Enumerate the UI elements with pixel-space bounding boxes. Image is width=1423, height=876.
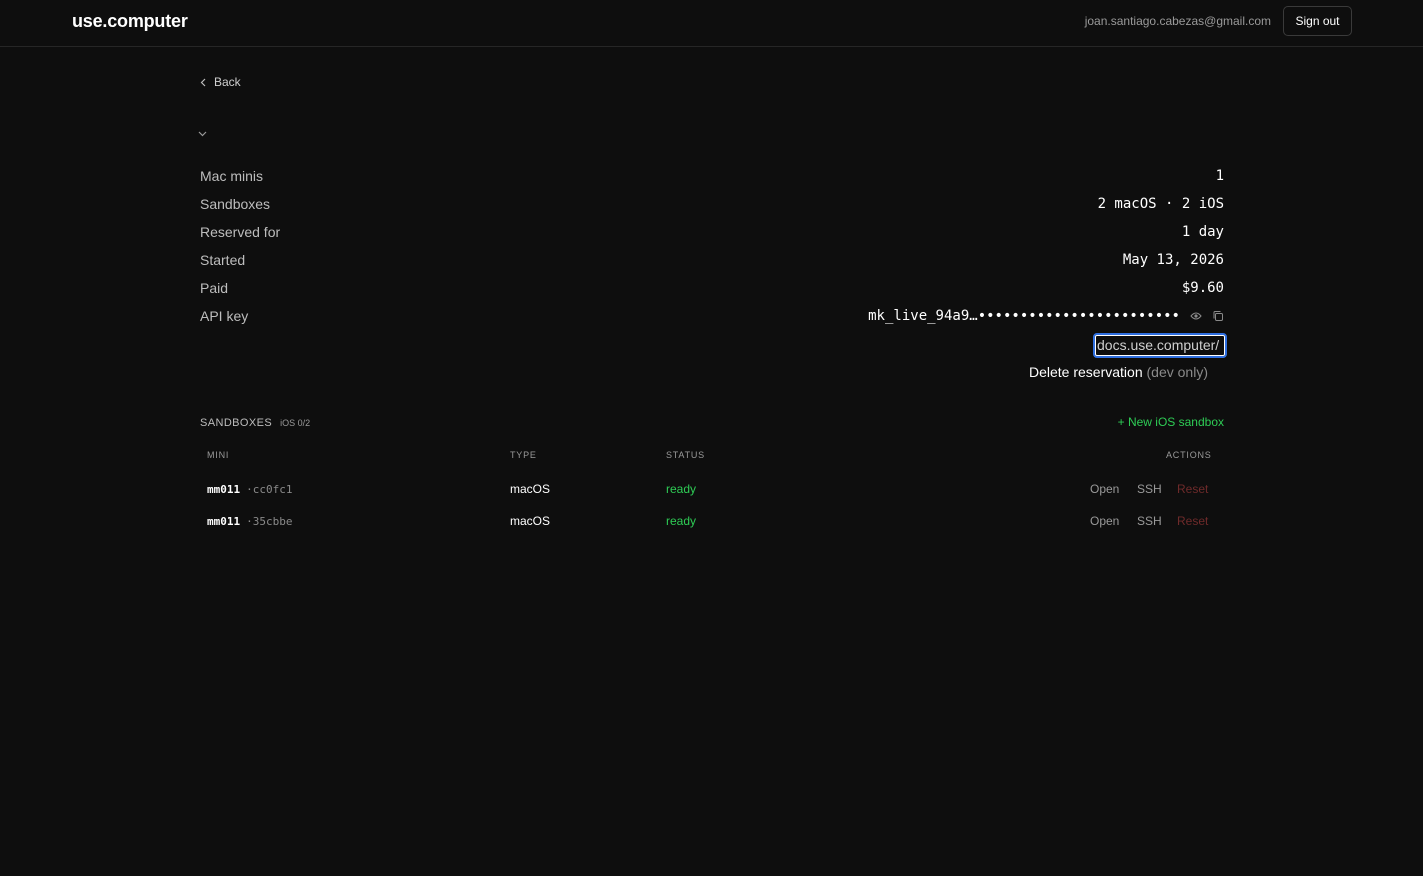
top-bar: use.computer joan.santiago.cabezas@gmail… bbox=[0, 0, 1423, 47]
ios-count-badge: iOS 0/2 bbox=[280, 418, 311, 428]
open-button[interactable]: Open bbox=[1090, 473, 1119, 505]
ssh-button[interactable]: SSH bbox=[1137, 505, 1162, 537]
api-key-text[interactable]: mk_live_94a9…•••••••••••••••••••••••• bbox=[868, 308, 1180, 324]
detail-row-paid: Paid $9.60 bbox=[200, 277, 1224, 305]
detail-value: $9.60 bbox=[1181, 280, 1224, 296]
reset-button[interactable]: Reset bbox=[1177, 473, 1208, 505]
delete-reservation-button[interactable]: Delete reservation (dev only) bbox=[1029, 364, 1208, 380]
detail-label: Paid bbox=[200, 280, 229, 296]
open-button[interactable]: Open bbox=[1090, 505, 1119, 537]
detail-value: 1 bbox=[1215, 168, 1224, 184]
reset-button[interactable]: Reset bbox=[1177, 505, 1208, 537]
mini-id: ·cc0fc1 bbox=[246, 483, 293, 496]
sandboxes-title: SANDBOXES bbox=[200, 417, 273, 429]
chevron-left-icon bbox=[200, 78, 206, 87]
detail-label: Started bbox=[200, 252, 246, 268]
status-badge: ready bbox=[666, 482, 697, 496]
copy-icon[interactable] bbox=[1212, 310, 1224, 322]
detail-label: Reserved for bbox=[200, 224, 281, 240]
column-header-actions: ACTIONS bbox=[1166, 450, 1212, 460]
detail-value: 1 day bbox=[1181, 224, 1224, 240]
eye-icon[interactable] bbox=[1190, 311, 1202, 321]
user-email: joan.santiago.cabezas@gmail.com bbox=[1084, 14, 1271, 28]
detail-row-mac-minis: Mac minis 1 bbox=[200, 165, 1224, 193]
detail-value: May 13, 2026 bbox=[1122, 252, 1224, 268]
column-header-status: STATUS bbox=[666, 450, 705, 460]
detail-row-sandboxes: Sandboxes 2 macOS · 2 iOS bbox=[200, 193, 1224, 221]
table-row: mm011 ·cc0fc1 macOS ready Open SSH Reset bbox=[200, 473, 1224, 505]
table-row: mm011 ·35cbbe macOS ready Open SSH Reset bbox=[200, 505, 1224, 537]
api-key-value: mk_live_94a9…•••••••••••••••••••••••• bbox=[868, 308, 1224, 324]
detail-row-reserved-for: Reserved for 1 day bbox=[200, 221, 1224, 249]
ssh-button[interactable]: SSH bbox=[1137, 473, 1162, 505]
detail-row-started: Started May 13, 2026 bbox=[200, 249, 1224, 277]
detail-label: Mac minis bbox=[200, 168, 264, 184]
detail-row-api-key: API key mk_live_94a9…•••••••••••••••••••… bbox=[200, 305, 1224, 333]
mini-name: mm011 bbox=[207, 483, 241, 496]
detail-value: 2 macOS · 2 iOS bbox=[1097, 196, 1224, 212]
brand-logo[interactable]: use.computer bbox=[72, 11, 188, 32]
detail-label: API key bbox=[200, 308, 249, 324]
reservation-details: Mac minis 1 Sandboxes 2 macOS · 2 iOS Re… bbox=[200, 165, 1224, 333]
type-cell: macOS bbox=[510, 482, 551, 496]
sandboxes-header: SANDBOXES iOS 0/2 bbox=[200, 417, 310, 429]
mini-id: ·35cbbe bbox=[246, 515, 293, 528]
mini-cell: mm011 ·cc0fc1 bbox=[207, 473, 292, 506]
mini-cell: mm011 ·35cbbe bbox=[207, 505, 292, 538]
back-link[interactable]: Back bbox=[200, 75, 241, 89]
sign-out-button[interactable]: Sign out bbox=[1283, 6, 1352, 36]
delete-label: Delete reservation bbox=[1029, 364, 1143, 380]
chevron-down-icon[interactable] bbox=[198, 131, 207, 137]
type-cell: macOS bbox=[510, 514, 551, 528]
column-header-type: TYPE bbox=[510, 450, 537, 460]
mini-name: mm011 bbox=[207, 515, 241, 528]
status-badge: ready bbox=[666, 514, 697, 528]
new-ios-sandbox-button[interactable]: + New iOS sandbox bbox=[1118, 415, 1224, 429]
dev-only-note: (dev only) bbox=[1146, 364, 1208, 380]
detail-label: Sandboxes bbox=[200, 196, 271, 212]
column-header-mini: MINI bbox=[207, 450, 230, 460]
docs-link[interactable]: docs.use.computer/ bbox=[1093, 333, 1227, 358]
back-label: Back bbox=[214, 75, 241, 89]
